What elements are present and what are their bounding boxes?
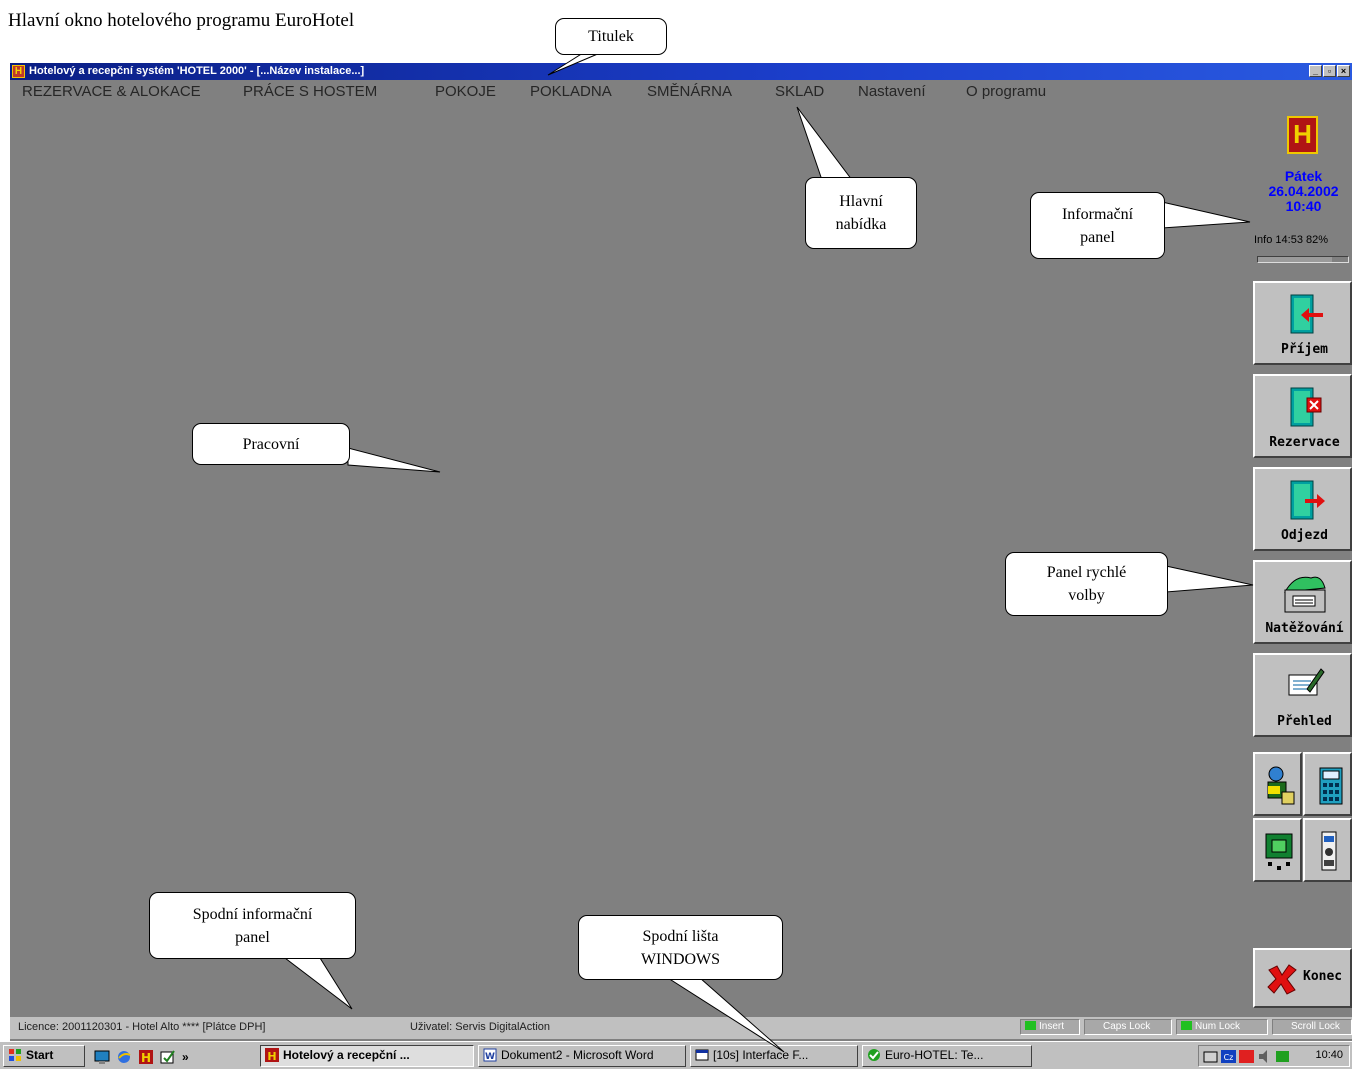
callout-titulek: Titulek bbox=[555, 18, 667, 55]
tail-informacni-panel bbox=[1161, 201, 1251, 229]
callout-hlavni-nabidka: Hlavní nabídka bbox=[805, 177, 917, 249]
tail-spodni-lista bbox=[666, 977, 785, 1053]
callout-spodni-lista: Spodní lišta WINDOWS bbox=[578, 915, 783, 980]
tail-titulek bbox=[547, 52, 601, 76]
callout-panel-rychle-volby: Panel rychlé volby bbox=[1005, 552, 1168, 616]
tail-spodni-informacni-panel bbox=[283, 957, 353, 1010]
callout-informacni-panel: Informační panel bbox=[1030, 192, 1165, 259]
callout-pracovni: Pracovní bbox=[192, 423, 350, 465]
callout-spodni-informacni-panel: Spodní informační panel bbox=[149, 892, 356, 959]
tail-panel-rychle-volby bbox=[1165, 565, 1254, 593]
tail-pracovni bbox=[347, 447, 441, 473]
tail-hlavni-nabidka bbox=[796, 106, 854, 181]
